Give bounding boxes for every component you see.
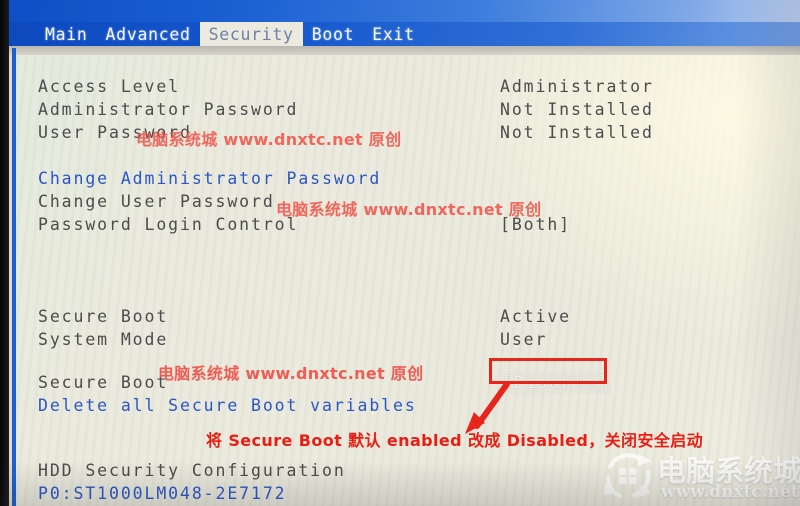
setting-label: Change User Password — [38, 192, 275, 211]
setting-label: P0:ST1000LM048-2E7172 — [38, 484, 287, 503]
setting-label: Administrator Password — [38, 100, 299, 119]
bios-screenshot: Aptio Setup Utility - Copyright (C) 2018… — [0, 0, 800, 506]
settings-row[interactable]: Secure Boot [Disable] — [16, 371, 800, 394]
setting-label: Secure Boot — [38, 373, 169, 392]
setting-label: Change Administrator Password — [38, 169, 382, 188]
monitor-bezel — [0, 0, 9, 506]
menu-tab-advanced[interactable]: Advanced — [97, 22, 200, 46]
setting-label: System Mode — [38, 330, 169, 349]
menu-tab-exit[interactable]: Exit — [363, 22, 424, 46]
menu-tab-security[interactable]: Security — [199, 22, 303, 46]
titlebar — [0, 0, 800, 22]
settings-row[interactable]: User Password Not Installed — [16, 121, 800, 144]
settings-row[interactable]: Change Administrator Password — [16, 167, 800, 190]
menu-tab-boot[interactable]: Boot — [303, 22, 364, 46]
annotation-highlight-box — [489, 358, 607, 384]
settings-row[interactable]: Delete all Secure Boot variables — [16, 394, 800, 417]
setting-label: Access Level — [38, 77, 181, 96]
setting-value[interactable]: Not Installed — [500, 98, 654, 121]
settings-row[interactable]: Administrator Password Not Installed — [16, 98, 800, 121]
menu-tab-main[interactable]: Main — [36, 22, 97, 46]
settings-row[interactable]: P0:ST1000LM048-2E7172 — [16, 482, 800, 505]
setting-value[interactable]: User — [500, 328, 547, 351]
settings-row[interactable]: Change User Password — [16, 190, 800, 213]
settings-row[interactable]: Access Level Administrator — [16, 75, 800, 98]
menu-tabs: Main Advanced Security Boot Exit — [36, 22, 424, 46]
annotation-note: 将 Secure Boot 默认 enabled 改成 Disabled，关闭安… — [206, 431, 704, 450]
setting-label: Secure Boot — [38, 307, 169, 326]
setting-value[interactable]: Active — [500, 305, 571, 328]
panel-top-shade — [9, 46, 800, 55]
panel-left-border — [12, 48, 16, 506]
setting-value[interactable]: Not Installed — [500, 121, 654, 144]
settings-row[interactable]: HDD Security Configuration — [16, 459, 800, 482]
setting-label: Delete all Secure Boot variables — [38, 396, 417, 415]
setting-label: HDD Security Configuration — [38, 461, 346, 480]
settings-row[interactable]: Password Login Control [Both] — [16, 213, 800, 236]
setting-label: User Password — [38, 123, 192, 142]
settings-row[interactable]: System Mode User — [16, 328, 800, 351]
settings-row[interactable]: Secure Boot Active — [16, 305, 800, 328]
setting-label: Password Login Control — [38, 215, 299, 234]
setting-value[interactable]: [Both] — [500, 213, 571, 236]
setting-value[interactable]: Administrator — [500, 75, 654, 98]
